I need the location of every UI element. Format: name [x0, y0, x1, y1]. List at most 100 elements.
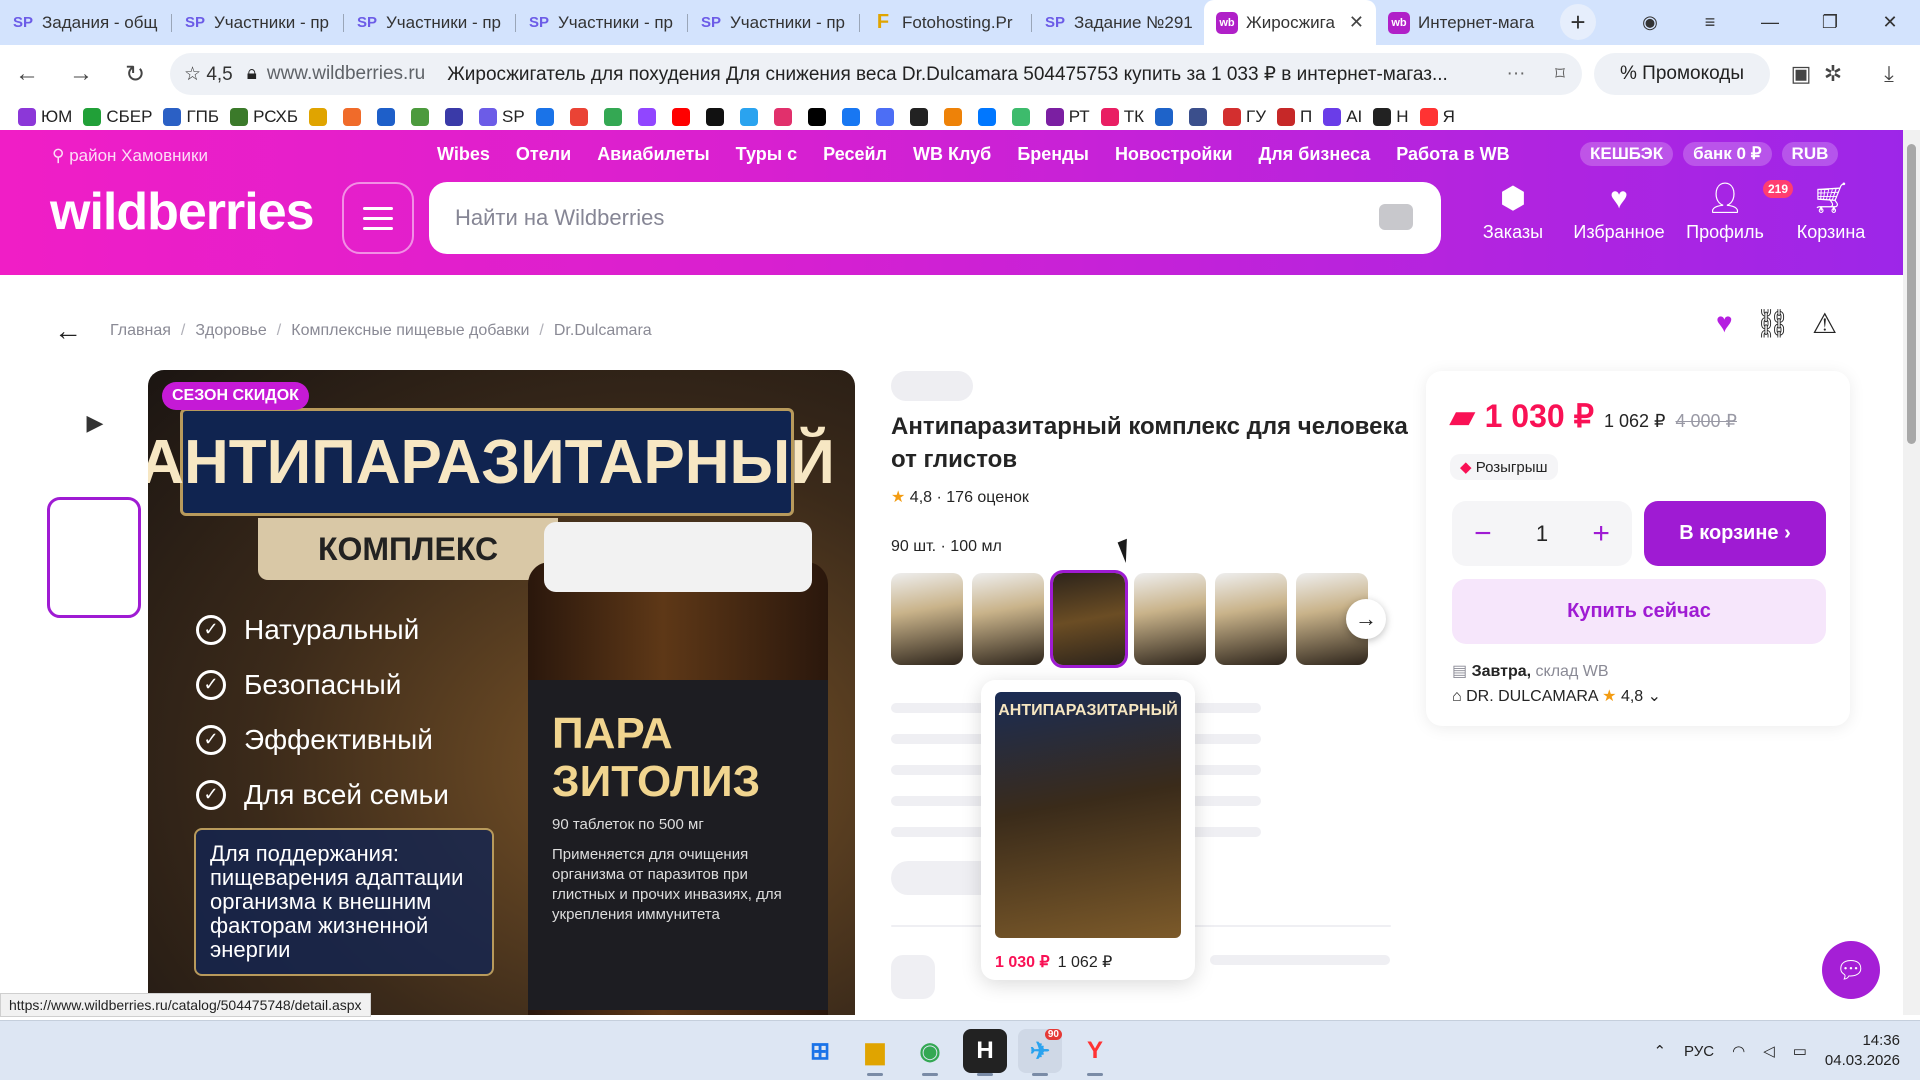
close-tab-icon[interactable]: ✕	[1349, 12, 1364, 33]
favorite-heart-icon[interactable]: ♥	[1716, 307, 1733, 340]
omnibox[interactable]: ☆ 4,5 🔒︎ www.wildberries.ru Жиросжигател…	[170, 53, 1582, 95]
promo-button[interactable]: % Промокоды	[1594, 53, 1770, 95]
battery-icon[interactable]: ▭	[1793, 1042, 1807, 1060]
bookmark-item[interactable]	[445, 107, 468, 126]
nav-item[interactable]: Ресейл	[823, 144, 887, 165]
page-title-text[interactable]: Жиросжигатель для похудения Для снижения…	[447, 63, 1494, 86]
gallery-thumb[interactable]: АНТИПАРАЗИТАРНЫЙ	[47, 497, 141, 618]
bookmark-item[interactable]	[909, 107, 933, 126]
report-icon[interactable]: ⚠	[1812, 307, 1837, 340]
currency-badge[interactable]: RUB	[1781, 142, 1839, 166]
minimize-icon[interactable]: —	[1740, 12, 1800, 33]
bookmark-item[interactable]	[671, 107, 695, 126]
bookmark-item[interactable]	[377, 107, 400, 126]
browser-tab[interactable]: F Fotohosting.Pr	[860, 0, 1032, 45]
bookmark-item[interactable]: Н	[1373, 107, 1409, 127]
windows-start-icon[interactable]: ⊞	[798, 1029, 842, 1073]
bookmark-icon[interactable]: ⌑	[1538, 63, 1582, 86]
bookmark-item[interactable]: ЮМ	[18, 107, 72, 127]
bookmark-item[interactable]: SP	[479, 107, 525, 127]
download-icon[interactable]: ⤓	[1868, 53, 1910, 95]
telegram-icon[interactable]: ✈ 90	[1018, 1029, 1062, 1076]
variant-item-selected[interactable]	[1050, 570, 1128, 668]
profile-icon[interactable]: ◉	[1620, 12, 1680, 33]
bookmark-item[interactable]	[309, 107, 332, 126]
menu-icon[interactable]: ≡	[1680, 12, 1740, 33]
bookmark-item[interactable]	[1154, 107, 1178, 126]
bookmark-item[interactable]: П	[1277, 107, 1312, 127]
location-selector[interactable]: ⚲ район Хамовники	[52, 146, 208, 166]
bookmark-item[interactable]	[343, 107, 366, 126]
back-icon[interactable]: ←	[0, 60, 54, 88]
gallery-thumb[interactable]: 100% НАТУРАЛЬНЫЙ СОСТАВ	[50, 630, 138, 745]
breadcrumb-item[interactable]: Главная	[110, 322, 171, 340]
nav-item[interactable]: Туры с	[736, 144, 797, 165]
clock[interactable]: 14:36 04.03.2026	[1825, 1031, 1900, 1071]
nav-item[interactable]: Для бизнеса	[1258, 144, 1370, 165]
bookmark-item[interactable]: ТК	[1100, 107, 1144, 127]
bookmark-item[interactable]: РСХБ	[230, 107, 298, 127]
wifi-icon[interactable]: ◠	[1732, 1042, 1745, 1060]
file-explorer-icon[interactable]: ▆	[853, 1029, 897, 1076]
cart-button[interactable]: 🛒︎ Корзина	[1778, 180, 1884, 243]
nav-item[interactable]: Новостройки	[1115, 144, 1233, 165]
yandex-browser-icon[interactable]: Y	[1073, 1029, 1117, 1076]
url-text[interactable]: www.wildberries.ru	[267, 63, 425, 85]
chevron-up-icon[interactable]: ⌃	[1653, 1042, 1666, 1060]
browser-tab[interactable]: SP Участники - пр	[516, 0, 688, 45]
bookmark-item[interactable]	[773, 107, 797, 126]
site-logo[interactable]: wildberries	[50, 182, 315, 242]
product-rating[interactable]: ★ 4,8 · 176 оценок	[891, 487, 1029, 507]
bookmark-item[interactable]: СБЕР	[83, 107, 152, 127]
breadcrumb-item[interactable]: Здоровье	[195, 322, 266, 340]
bookmark-item[interactable]	[841, 107, 865, 126]
app-h-icon[interactable]: H	[963, 1029, 1007, 1076]
favorites-button[interactable]: ♥ Избранное	[1566, 180, 1672, 243]
catalog-menu-button[interactable]	[342, 182, 414, 254]
bookmark-item[interactable]: ГУ	[1222, 107, 1266, 127]
lock-icon[interactable]: 🔒︎	[247, 63, 257, 85]
minus-button[interactable]: −	[1474, 517, 1492, 551]
bookmark-item[interactable]	[1011, 107, 1035, 126]
giveaway-badge[interactable]: ◆ Розыгрыш	[1450, 454, 1558, 480]
bookmark-item[interactable]	[411, 107, 434, 126]
variant-item[interactable]	[1134, 573, 1206, 665]
browser-tab[interactable]: SP Участники - пр	[344, 0, 516, 45]
breadcrumb-item[interactable]: Dr.Dulcamara	[554, 322, 652, 340]
gallery-thumb[interactable]: НАС ВЫБИРАЮТ, ПОТОМУ ЧТО	[50, 760, 138, 875]
search-input[interactable]: Найти на Wildberries	[429, 182, 1441, 254]
close-window-icon[interactable]: ✕	[1860, 12, 1920, 33]
bookmark-item[interactable]	[603, 107, 627, 126]
variant-item[interactable]	[1215, 573, 1287, 665]
reload-icon[interactable]: ↻	[108, 60, 162, 89]
bookmark-item[interactable]: ГПБ	[163, 107, 219, 127]
bookmark-item[interactable]: AI	[1323, 107, 1362, 127]
bookmark-item[interactable]	[943, 107, 967, 126]
extensions-icon[interactable]: ✲	[1812, 53, 1854, 95]
nav-item[interactable]: WB Клуб	[913, 144, 991, 165]
maximize-icon[interactable]: ❐	[1800, 12, 1860, 33]
breadcrumb-item[interactable]: Комплексные пищевые добавки	[291, 322, 529, 340]
gallery-thumb-video[interactable]: АНТИПАРАЗИТАРНЫЙ ▶	[50, 370, 138, 485]
nav-item[interactable]: Бренды	[1017, 144, 1089, 165]
share-link-icon[interactable]: ⛓	[1755, 307, 1791, 340]
more-icon[interactable]: ···	[1494, 63, 1538, 85]
chrome-icon[interactable]: ◉	[908, 1029, 952, 1076]
nav-item[interactable]: Отели	[516, 144, 571, 165]
bookmark-item[interactable]: Я	[1419, 107, 1455, 127]
chat-button[interactable]: 💬︎	[1822, 941, 1880, 999]
orders-button[interactable]: ⬢ Заказы	[1460, 180, 1566, 243]
scrollbar-thumb[interactable]	[1907, 144, 1916, 444]
bookmark-item[interactable]	[535, 107, 559, 126]
next-arrow-icon[interactable]: →	[1346, 599, 1386, 639]
bookmark-item[interactable]	[807, 107, 831, 126]
nav-item[interactable]: Авиабилеты	[597, 144, 709, 165]
new-tab-button[interactable]: +	[1560, 4, 1596, 40]
bookmark-item[interactable]	[637, 107, 661, 126]
variant-item[interactable]	[891, 573, 963, 665]
browser-tab[interactable]: wb Интернет-мага	[1376, 0, 1548, 45]
back-arrow-icon[interactable]: ←	[54, 315, 82, 347]
plus-button[interactable]: +	[1592, 517, 1610, 551]
browser-tab[interactable]: SP Участники - пр	[172, 0, 344, 45]
main-product-image[interactable]: АНТИПАРАЗИТАРНЫЙ КОМПЛЕКС СЕЗОН СКИДОК ✓…	[148, 370, 855, 1015]
